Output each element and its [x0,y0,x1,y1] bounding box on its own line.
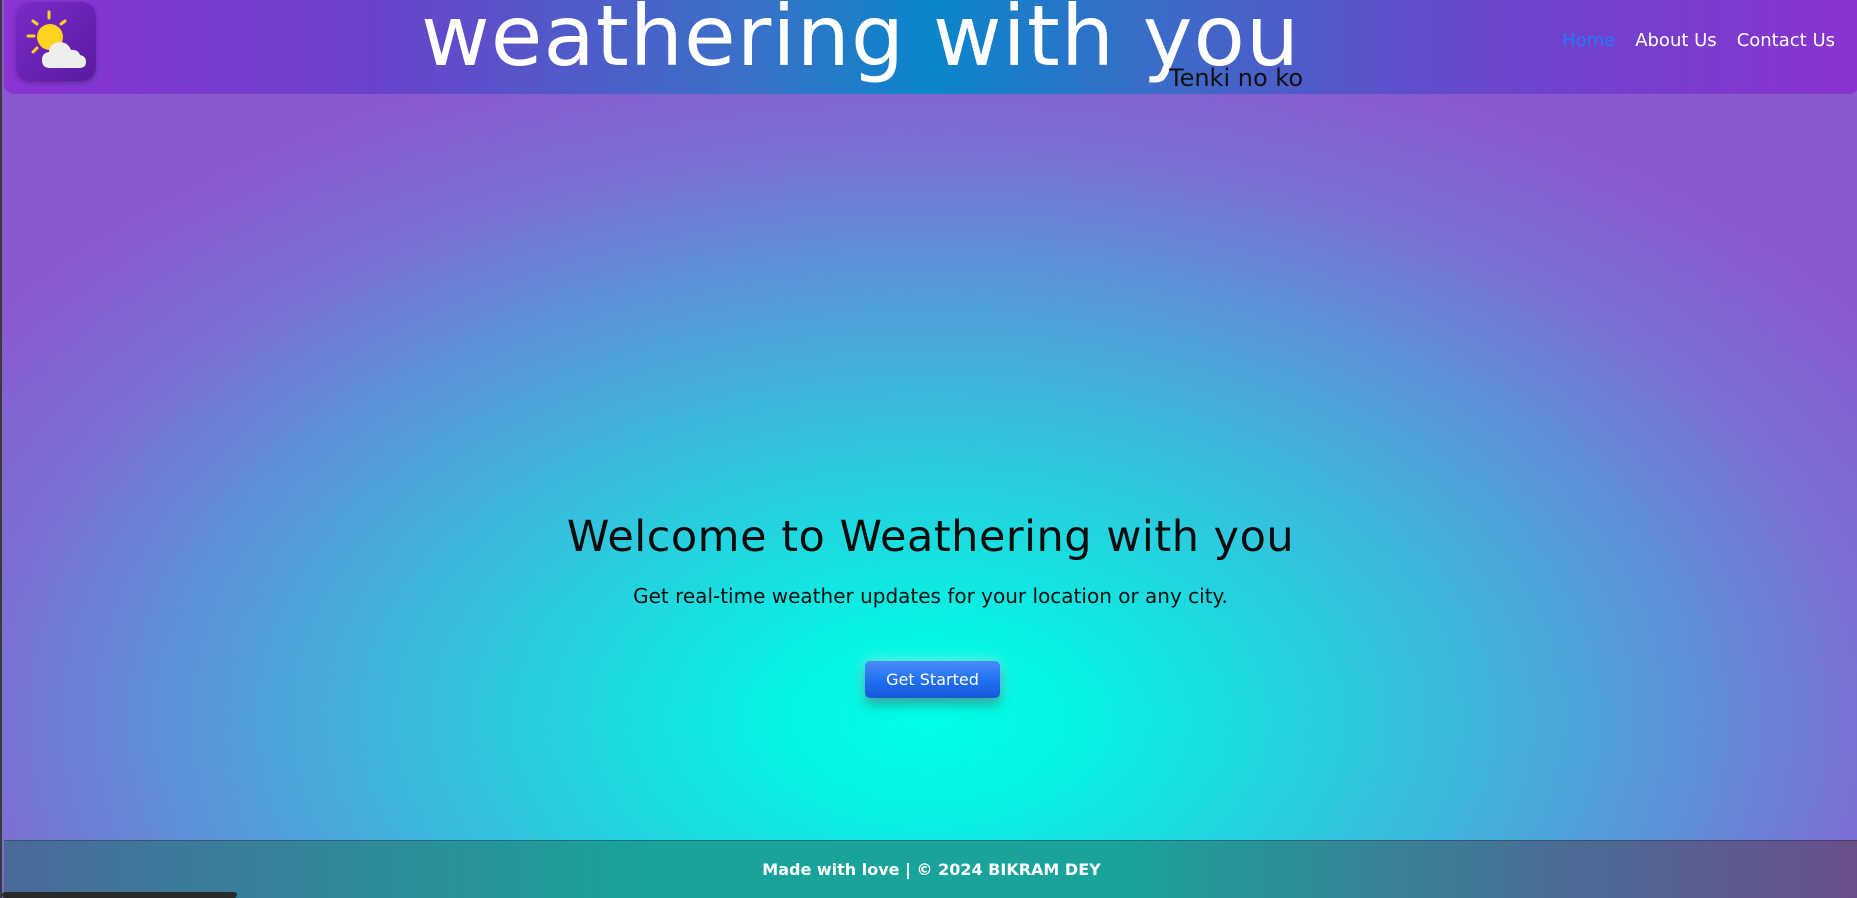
horizontal-scrollbar[interactable] [2,892,237,898]
site-header: weathering with you Tenki no ko Home Abo… [4,0,1857,94]
site-subtitle: Tenki no ko [1169,64,1304,92]
main-nav: Home About Us Contact Us [1562,30,1835,51]
get-started-button[interactable]: Get Started [865,661,1000,698]
nav-contact-link[interactable]: Contact Us [1737,30,1835,51]
nav-about-link[interactable]: About Us [1635,30,1717,51]
sun-cloud-icon[interactable] [16,2,96,81]
hero-heading: Welcome to Weathering with you [566,512,1295,562]
site-footer: Made with love | © 2024 BIKRAM DEY [4,840,1857,898]
nav-home-link[interactable]: Home [1562,30,1615,51]
hero-section: Welcome to Weathering with you Get real-… [2,512,1857,608]
footer-credit: Made with love | © 2024 BIKRAM DEY [762,860,1101,879]
hero-tagline: Get real-time weather updates for your l… [633,584,1228,608]
